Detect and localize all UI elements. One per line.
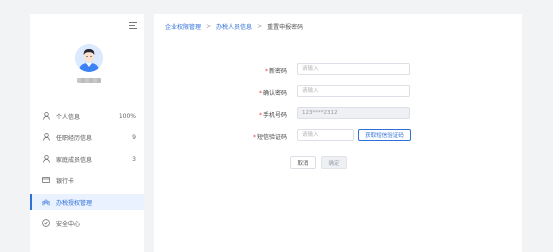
sidebar-item-security-center[interactable]: 安全中心 [30, 215, 144, 231]
main-panel: 企业权限管理 > 办税人员信息 > 重置申报密码 *新密码 *确认密码 *手机号… [154, 14, 522, 252]
sidebar-item-label: 任职经历信息 [56, 134, 93, 142]
user-icon [42, 133, 50, 141]
new-password-label: *新密码 [265, 66, 287, 75]
phone-label: *手机号码 [259, 110, 287, 119]
sidebar-item-tax-authorization[interactable]: 办税授权管理 [30, 194, 144, 210]
breadcrumb: 企业权限管理 > 办税人员信息 > 重置申报密码 [165, 22, 303, 31]
get-sms-code-button[interactable]: 获取短信验证码 [358, 129, 411, 141]
phone-field [297, 107, 410, 119]
field-label-text: 确认密码 [262, 90, 287, 97]
form-row-sms-code: *短信验证码 获取短信验证码 [154, 129, 522, 141]
confirm-password-label: *确认密码 [259, 88, 287, 97]
sms-code-input[interactable] [297, 129, 354, 141]
sidebar-item-count: 9 [132, 133, 136, 141]
field-label-text: 短信验证码 [256, 134, 287, 141]
field-label-text: 新密码 [268, 68, 287, 75]
sidebar-item-count: 3 [132, 155, 136, 163]
sidebar-item-family-members[interactable]: 家庭成员信息 3 [30, 151, 144, 167]
sidebar-item-label: 安全中心 [56, 220, 81, 228]
required-mark: * [258, 90, 262, 97]
confirm-button[interactable]: 确定 [321, 156, 347, 169]
sidebar-item-label: 办税授权管理 [56, 199, 93, 207]
user-name-blurred [77, 78, 101, 83]
sidebar-item-label: 银行卡 [56, 177, 75, 185]
sidebar-item-employment-history[interactable]: 任职经历信息 9 [30, 129, 144, 145]
form-row-phone: *手机号码 [154, 107, 522, 119]
required-mark: * [258, 112, 262, 119]
breadcrumb-separator: > [257, 23, 263, 30]
sidebar-item-label: 家庭成员信息 [56, 156, 93, 164]
shield-icon [42, 219, 50, 227]
confirm-password-input[interactable] [297, 85, 410, 97]
breadcrumb-link-enterprise-permissions[interactable]: 企业权限管理 [165, 22, 201, 31]
breadcrumb-separator: > [206, 23, 212, 30]
team-icon [42, 198, 50, 206]
sidebar: 个人信息 100% 任职经历信息 9 家庭成员信息 3 银行卡 办税授权管理 安… [30, 14, 144, 252]
breadcrumb-current-page: 重置申报密码 [267, 24, 304, 31]
user-icon [42, 155, 50, 163]
card-icon [42, 176, 50, 184]
user-icon [42, 112, 50, 120]
menu-icon[interactable] [129, 22, 137, 29]
avatar [75, 44, 103, 72]
sms-code-label: *短信验证码 [253, 132, 287, 141]
field-label-text: 手机号码 [262, 112, 287, 119]
cancel-button[interactable]: 取消 [290, 156, 316, 169]
form-row-new-password: *新密码 [154, 63, 522, 75]
sidebar-item-bank-card[interactable]: 银行卡 [30, 172, 144, 188]
required-mark: * [264, 68, 268, 75]
required-mark: * [252, 134, 256, 141]
sidebar-item-personal-info[interactable]: 个人信息 100% [30, 108, 144, 124]
sidebar-item-count: 100% [118, 112, 136, 120]
form-row-confirm-password: *确认密码 [154, 85, 522, 97]
breadcrumb-link-tax-staff-info[interactable]: 办税人员信息 [216, 22, 252, 31]
new-password-input[interactable] [297, 63, 410, 75]
